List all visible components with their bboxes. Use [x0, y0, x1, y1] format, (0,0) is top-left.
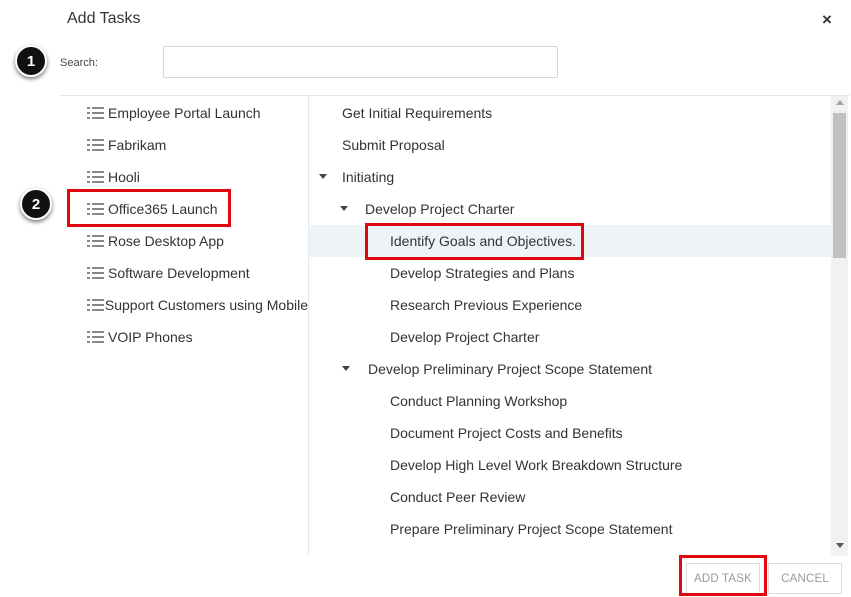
search-input[interactable] — [163, 46, 558, 78]
task-group-row[interactable]: Develop Preliminary Project Scope Statem… — [309, 353, 831, 385]
task-group-row[interactable]: Develop Project Charter — [309, 193, 831, 225]
project-list: Employee Portal Launch Fabrikam Hooli Offic… — [60, 97, 308, 557]
task-tree: Get Initial Requirements Submit Proposal I… — [309, 97, 831, 557]
list-icon — [87, 267, 104, 279]
task-row[interactable]: Conduct Planning Workshop — [309, 385, 831, 417]
task-row[interactable]: Submit Proposal — [309, 129, 831, 161]
task-row[interactable]: Conduct Peer Review — [309, 481, 831, 513]
task-label: Initiating — [342, 169, 395, 185]
project-item[interactable]: VOIP Phones — [60, 321, 308, 353]
task-label: Document Project Costs and Benefits — [390, 425, 623, 441]
close-icon[interactable]: × — [822, 10, 832, 30]
project-label: Hooli — [108, 169, 140, 185]
task-label: Develop Preliminary Project Scope Statem… — [368, 361, 653, 377]
project-item[interactable]: Fabrikam — [60, 129, 308, 161]
task-row[interactable]: Document Project Costs and Benefits — [309, 417, 831, 449]
task-label: Develop Strategies and Plans — [390, 265, 575, 281]
task-label: Develop Project Charter — [365, 201, 515, 217]
list-icon — [87, 171, 104, 183]
expand-caret-icon[interactable] — [340, 206, 348, 211]
callout-box-project — [67, 189, 231, 227]
project-label: Rose Desktop App — [108, 233, 224, 249]
task-label: Develop High Level Work Breakdown Struct… — [390, 457, 683, 473]
task-label: Research Previous Experience — [390, 297, 583, 313]
cancel-button[interactable]: CANCEL — [768, 563, 842, 594]
task-row[interactable]: Develop Project Charter — [309, 321, 831, 353]
task-label: Conduct Planning Workshop — [390, 393, 568, 409]
expand-caret-icon[interactable] — [342, 366, 350, 371]
expand-caret-icon[interactable] — [319, 174, 327, 179]
project-label: Software Development — [108, 265, 250, 281]
task-row[interactable]: Get Initial Requirements — [309, 97, 831, 129]
callout-box-task — [365, 223, 584, 260]
project-label: Support Customers using Mobile — [104, 297, 308, 313]
callout-box-add-task — [679, 555, 767, 596]
project-item[interactable]: Rose Desktop App — [60, 225, 308, 257]
task-label: Get Initial Requirements — [342, 105, 493, 121]
list-icon — [87, 235, 104, 247]
task-label: Develop Project Charter — [390, 329, 540, 345]
project-item[interactable]: Employee Portal Launch — [60, 97, 308, 129]
project-item[interactable]: Support Customers using Mobile — [60, 289, 308, 321]
project-label: Employee Portal Launch — [108, 105, 261, 121]
project-label: VOIP Phones — [108, 329, 193, 345]
project-item[interactable]: Software Development — [60, 257, 308, 289]
project-label: Fabrikam — [108, 137, 167, 153]
scrollbar-thumb[interactable] — [833, 113, 846, 258]
task-label: Prepare Preliminary Project Scope Statem… — [390, 521, 673, 537]
scroll-up-arrow-icon[interactable] — [836, 100, 844, 105]
task-row[interactable]: Research Previous Experience — [309, 289, 831, 321]
callout-badge-2: 2 — [20, 188, 52, 220]
list-icon — [87, 107, 104, 119]
search-label: Search: — [60, 57, 98, 69]
task-row[interactable]: Prepare Preliminary Project Scope Statem… — [309, 513, 831, 545]
task-label: Submit Proposal — [342, 137, 445, 153]
task-row[interactable]: Develop High Level Work Breakdown Struct… — [309, 449, 831, 481]
task-row[interactable]: Develop Strategies and Plans — [309, 257, 831, 289]
task-group-row[interactable]: Initiating — [309, 161, 831, 193]
header-divider — [60, 95, 850, 96]
scroll-down-arrow-icon[interactable] — [836, 543, 844, 548]
dialog-title: Add Tasks — [67, 10, 141, 27]
callout-badge-1: 1 — [15, 45, 47, 77]
list-icon — [87, 299, 104, 311]
list-icon — [87, 331, 104, 343]
task-label: Conduct Peer Review — [390, 489, 526, 505]
list-icon — [87, 139, 104, 151]
